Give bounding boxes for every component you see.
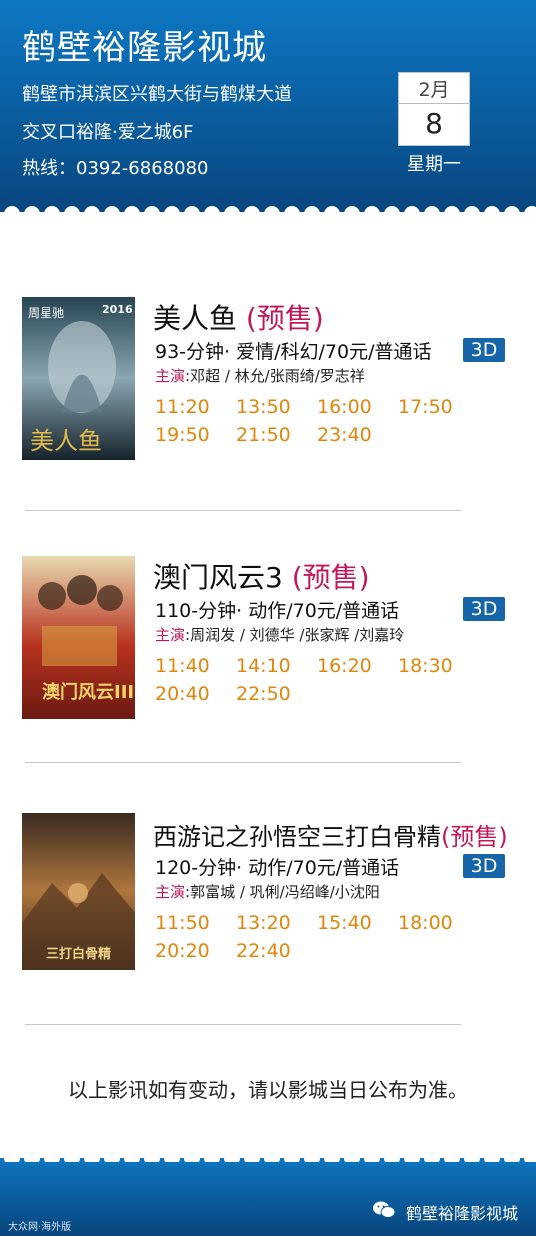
presale-label: (预售) [245, 302, 324, 335]
movie-poster: 澳门风云III [22, 556, 135, 719]
format-3d-badge: 3D [463, 597, 505, 621]
notice-text: 以上影讯如有变动，请以影城当日公布为准。 [68, 1078, 468, 1102]
movie-listing: 澳门风云III 澳门风云3 (预售) 110-分钟· 动作/70元/普通话 3D… [0, 556, 536, 746]
poster-title-text: 美人鱼 [30, 427, 102, 455]
movie-cast: 主演:邓超 / 林允/张雨绮/罗志祥 [155, 365, 365, 386]
showtimes: 11:50 13:20 15:40 18:00 20:20 22:40 [155, 909, 485, 965]
date-month: 2月 [418, 79, 450, 101]
showtime[interactable]: 18:00 [398, 909, 479, 937]
presale-label: (预售) [441, 823, 508, 851]
format-3d-badge: 3D [463, 338, 505, 362]
showtime[interactable]: 22:50 [236, 680, 317, 708]
movie-info: 110-分钟· 动作/70元/普通话 [155, 600, 400, 622]
showtime[interactable]: 11:50 [155, 909, 236, 937]
movie-title: 西游记之孙悟空三打白骨精(预售) [153, 817, 508, 852]
movie-cast: 主演:郭富城 / 巩俐/冯绍峰/小沈阳 [155, 881, 380, 902]
showtime[interactable]: 21:50 [236, 421, 317, 449]
movie-title-text: 美人鱼 [153, 302, 238, 335]
movie-poster: 三打白骨精 [22, 813, 135, 970]
cinema-header: 鹤壁裕隆影视城 鹤壁市淇滨区兴鹤大街与鹤煤大道 交叉口裕隆·爱之城6F 热线：0… [0, 0, 536, 212]
movie-title-text: 澳门风云3 [153, 561, 283, 594]
showtime[interactable]: 11:40 [155, 652, 236, 680]
movie-poster: 美人鱼 2016 周星驰 [22, 297, 135, 460]
footer: 鹤壁裕隆影视城 大众网·海外版 [0, 1162, 536, 1236]
showtime[interactable]: 22:40 [236, 937, 317, 965]
poster-title-text: 澳门风云III [42, 681, 134, 703]
showtimes: 11:40 14:10 16:20 18:30 20:40 22:50 [155, 652, 485, 708]
footer-brand: 鹤壁裕隆影视城 [405, 1204, 518, 1223]
section-divider [25, 510, 461, 511]
hotline: 热线：0392-6868080 [22, 158, 209, 179]
date-divider [399, 103, 469, 104]
poster-title-text: 三打白骨精 [46, 946, 111, 962]
showtime[interactable]: 16:00 [317, 393, 398, 421]
movie-title: 美人鱼 (预售) [153, 297, 324, 337]
cast-names: :邓超 / 林允/张雨绮/罗志祥 [185, 367, 365, 385]
section-divider [25, 762, 461, 763]
format-3d-badge: 3D [463, 854, 505, 878]
showtime[interactable]: 23:40 [317, 421, 398, 449]
showtime[interactable]: 20:20 [155, 937, 236, 965]
cinema-name: 鹤壁裕隆影视城 [22, 28, 267, 68]
date-day: 8 [425, 107, 443, 140]
showtime[interactable]: 11:20 [155, 393, 236, 421]
movie-listing: 美人鱼 2016 周星驰 美人鱼 (预售) 93-分钟· 爱情/科幻/70元/普… [0, 297, 536, 487]
poster-year-badge: 2016 [102, 303, 133, 316]
showtime[interactable]: 17:50 [398, 393, 479, 421]
cast-label: 主演 [155, 626, 186, 644]
cast-label: 主演 [155, 883, 186, 901]
address-line-1: 鹤壁市淇滨区兴鹤大街与鹤煤大道 [22, 84, 292, 105]
showtime[interactable]: 15:40 [317, 909, 398, 937]
movie-cast: 主演:周润发 / 刘德华 /张家辉 /刘嘉玲 [155, 624, 404, 645]
movie-listing: 三打白骨精 西游记之孙悟空三打白骨精(预售) 120-分钟· 动作/70元/普通… [0, 813, 536, 1003]
cast-names: :郭富城 / 巩俐/冯绍峰/小沈阳 [185, 883, 380, 901]
showtime[interactable]: 14:10 [236, 652, 317, 680]
showtime[interactable]: 19:50 [155, 421, 236, 449]
wechat-icon [373, 1201, 396, 1218]
showtime[interactable]: 16:20 [317, 652, 398, 680]
showtime[interactable]: 13:50 [236, 393, 317, 421]
movie-title-text: 西游记之孙悟空三打白骨精 [153, 823, 441, 851]
section-divider [25, 1024, 461, 1025]
header-scallop-edge [0, 200, 536, 224]
cast-names: :周润发 / 刘德华 /张家辉 /刘嘉玲 [185, 626, 405, 644]
movie-info: 93-分钟· 爱情/科幻/70元/普通话 [155, 341, 432, 363]
date-box: 2月 8 [398, 72, 470, 146]
address-line-2: 交叉口裕隆·爱之城6F [22, 122, 194, 143]
cast-label: 主演 [155, 367, 186, 385]
showtime[interactable]: 18:30 [398, 652, 479, 680]
showtime[interactable]: 20:40 [155, 680, 236, 708]
movie-info: 120-分钟· 动作/70元/普通话 [155, 857, 400, 879]
watermark: 大众网·海外版 [8, 1222, 72, 1233]
presale-label: (预售) [291, 561, 370, 594]
showtime[interactable]: 13:20 [236, 909, 317, 937]
date-weekday: 星期一 [407, 154, 461, 175]
poster-director-text: 周星驰 [28, 306, 64, 320]
showtimes: 11:20 13:50 16:00 17:50 19:50 21:50 23:40 [155, 393, 485, 449]
movie-title: 澳门风云3 (预售) [153, 556, 370, 596]
